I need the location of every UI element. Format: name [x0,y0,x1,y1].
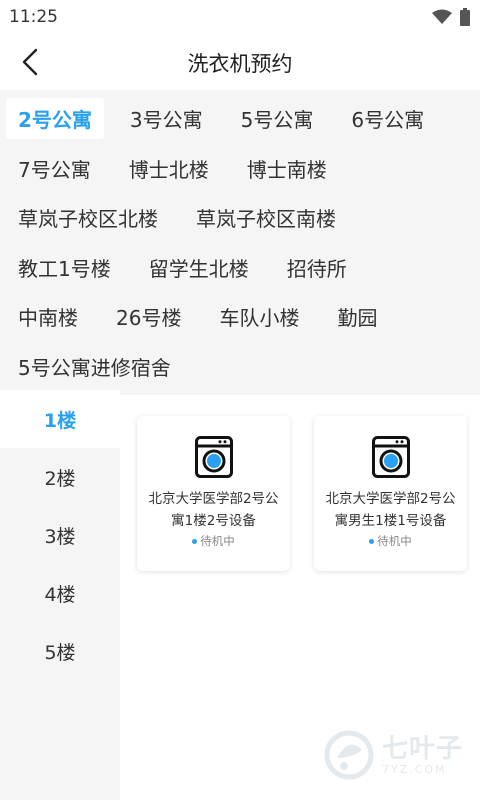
building-tab[interactable]: 2号公寓 [6,98,104,140]
floor-item[interactable]: 5楼 [0,622,120,680]
watermark: 七叶子 7YZ.COM [322,728,463,782]
header: 洗衣机预约 [0,34,480,90]
building-row: 草岚子校区北楼 草岚子校区南楼 [6,193,480,243]
floor-list: 1楼 2楼 3楼 4楼 5楼 [0,390,120,800]
wifi-icon [432,9,452,24]
building-tab[interactable]: 勤园 [325,296,389,337]
building-tab[interactable]: 草岚子校区北楼 [6,197,170,238]
floor-item[interactable]: 1楼 [0,390,120,448]
building-tab[interactable]: 草岚子校区南楼 [184,197,348,238]
building-tab[interactable]: 博士北楼 [117,148,221,189]
page-title: 洗衣机预约 [187,52,293,76]
device-status: 待机中 [192,533,235,549]
building-tab[interactable]: 留学生北楼 [137,247,261,288]
building-tab[interactable]: 7号公寓 [6,148,103,189]
building-tab[interactable]: 6号公寓 [339,98,436,139]
building-selector: 2号公寓 3号公寓 5号公寓 6号公寓 7号公寓 博士北楼 博士南楼 草岚子校区北楼 草岚子校区… [0,90,480,395]
status-bar: 11:25 [0,0,480,34]
building-row: 7号公寓 博士北楼 博士南楼 [6,144,480,194]
building-tab[interactable]: 招待所 [275,247,359,288]
device-status: 待机中 [369,533,412,549]
building-row: 2号公寓 3号公寓 5号公寓 6号公寓 [6,94,480,144]
building-tab[interactable]: 教工1号楼 [6,247,123,288]
device-status-label: 待机中 [377,534,412,548]
watermark-text: 七叶子 [382,733,464,764]
building-tab[interactable]: 5号公寓进修宿舍 [6,346,183,387]
building-tab[interactable]: 车队小楼 [207,296,311,337]
building-tab[interactable]: 26号楼 [104,296,193,337]
watermark-url: 7YZ.COM [382,762,447,776]
device-card[interactable]: 北京大学医学部2号公寓1楼2号设备待机中 [137,416,290,571]
building-row: 中南楼 26号楼 车队小楼 勤园 [6,292,480,342]
washing-machine-icon [194,436,233,478]
building-tab[interactable]: 中南楼 [6,296,90,337]
status-icons [432,8,470,26]
battery-icon [460,8,470,26]
building-tab[interactable]: 3号公寓 [118,98,215,139]
leaf-logo-icon [324,730,374,780]
device-status-label: 待机中 [200,534,235,548]
device-name: 北京大学医学部2号公寓男生1楼1号设备 [325,491,456,529]
building-row: 教工1号楼 留学生北楼 招待所 [6,243,480,293]
floor-item[interactable]: 4楼 [0,564,120,622]
floor-item[interactable]: 3楼 [0,506,120,564]
building-tab[interactable]: 博士南楼 [235,148,339,189]
building-tab[interactable]: 5号公寓 [229,98,326,139]
status-time: 11:25 [9,7,58,27]
status-dot [192,538,198,544]
device-name: 北京大学医学部2号公寓1楼2号设备 [148,491,279,529]
floor-item[interactable]: 2楼 [0,448,120,506]
washing-machine-icon [371,436,410,478]
status-dot [369,538,375,544]
device-card[interactable]: 北京大学医学部2号公寓男生1楼1号设备待机中 [314,416,467,571]
building-row: 5号公寓进修宿舍 [6,342,480,392]
device-list: 北京大学医学部2号公寓1楼2号设备 待机中 北京大学医学部2号公寓男生1楼1号设备待… [137,416,467,571]
